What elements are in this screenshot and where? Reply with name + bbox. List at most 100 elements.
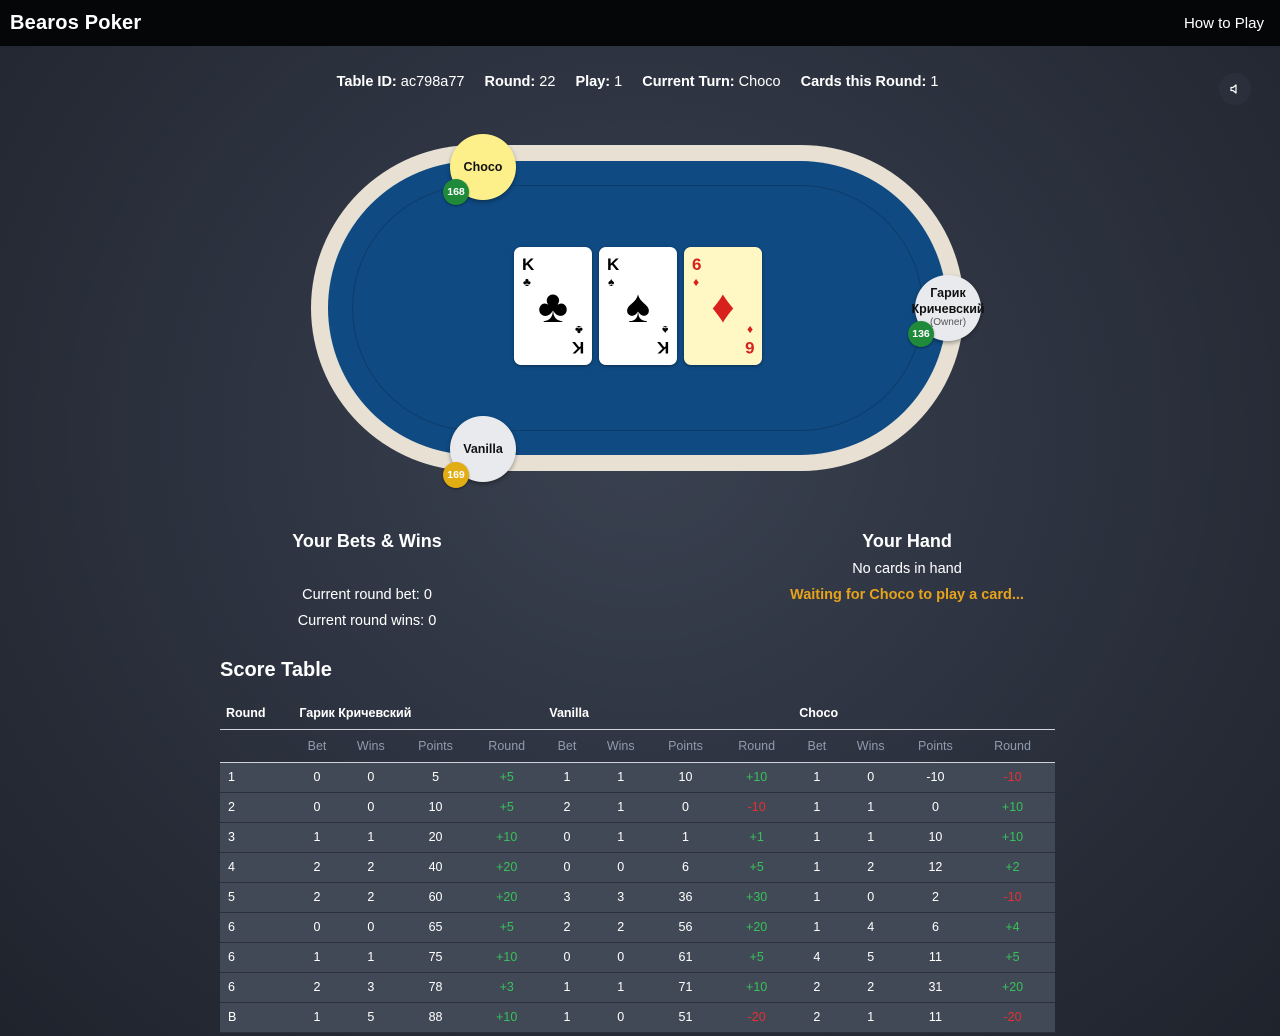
bet-cell: 1 bbox=[543, 1002, 591, 1033]
points-cell: 60 bbox=[400, 882, 471, 913]
subheader-wins: Wins bbox=[340, 729, 401, 763]
wins-cell: 1 bbox=[590, 792, 651, 823]
round-delta-cell: -20 bbox=[720, 1002, 794, 1033]
wins-cell: 1 bbox=[590, 762, 651, 793]
bet-cell: 1 bbox=[543, 762, 591, 793]
play-info: Play: 1 bbox=[575, 74, 622, 90]
wins-cell: 2 bbox=[590, 912, 651, 943]
round-delta-cell: +10 bbox=[970, 792, 1055, 823]
round-delta-cell: -20 bbox=[970, 1002, 1055, 1033]
bet-cell: 2 bbox=[793, 1002, 841, 1033]
card-rank: 6 bbox=[744, 338, 754, 357]
how-to-play-link[interactable]: How to Play bbox=[1184, 15, 1264, 32]
bet-cell: 0 bbox=[543, 942, 591, 973]
points-cell: -10 bbox=[900, 762, 971, 793]
points-cell: 10 bbox=[400, 792, 471, 823]
round-delta-cell: +10 bbox=[470, 822, 544, 853]
cards-info: Cards this Round: 1 bbox=[801, 74, 939, 90]
points-cell: 1 bbox=[650, 822, 721, 853]
bet-cell: 1 bbox=[543, 972, 591, 1003]
points-cell: 10 bbox=[650, 762, 721, 793]
speaker-icon bbox=[1230, 84, 1237, 94]
points-cell: 61 bbox=[650, 942, 721, 973]
wins-cell: 1 bbox=[590, 822, 651, 853]
bet-cell: 1 bbox=[793, 792, 841, 823]
round-value: 22 bbox=[539, 74, 556, 90]
bet-cell: 3 bbox=[543, 882, 591, 913]
round-cell: 1 bbox=[220, 762, 294, 793]
round-cell: 6 bbox=[220, 912, 294, 943]
points-cell: 10 bbox=[900, 822, 971, 853]
table-row: 3 1 1 20 +10 0 1 1 +1 1 1 10 +10 bbox=[220, 822, 1055, 853]
round-delta-cell: +3 bbox=[470, 972, 544, 1003]
play-label: Play: bbox=[575, 74, 611, 90]
wins-cell: 3 bbox=[340, 972, 401, 1003]
wins-cell: 5 bbox=[340, 1002, 401, 1033]
round-delta-cell: +5 bbox=[720, 942, 794, 973]
table-id-value: ac798a77 bbox=[400, 74, 465, 90]
sound-toggle-button[interactable] bbox=[1219, 73, 1251, 105]
wins-cell: 0 bbox=[840, 882, 901, 913]
round-cell: 2 bbox=[220, 792, 294, 823]
turn-label: Current Turn: bbox=[642, 74, 735, 90]
player-column-header: Vanilla bbox=[543, 698, 794, 730]
bet-cell: 1 bbox=[793, 852, 841, 883]
wins-cell: 2 bbox=[840, 852, 901, 883]
table-row: 2 0 0 10 +5 2 1 0 -10 1 1 0 +10 bbox=[220, 792, 1055, 823]
subheader-wins: Wins bbox=[840, 729, 901, 763]
points-cell: 78 bbox=[400, 972, 471, 1003]
owner-badge: (Owner) bbox=[929, 317, 967, 329]
round-cell: B bbox=[220, 1002, 294, 1033]
round-delta-cell: +5 bbox=[470, 912, 544, 943]
card-rank: K bbox=[571, 338, 584, 357]
round-delta-cell: +20 bbox=[720, 912, 794, 943]
bet-cell: 1 bbox=[793, 762, 841, 793]
wins-cell: 2 bbox=[840, 972, 901, 1003]
card-rank: K bbox=[656, 338, 669, 357]
round-delta-cell: +20 bbox=[970, 972, 1055, 1003]
table-row: 6 1 1 75 +10 0 0 61 +5 4 5 11 +5 bbox=[220, 942, 1055, 973]
table-row: 5 2 2 60 +20 3 3 36 +30 1 0 2 -10 bbox=[220, 882, 1055, 913]
table-row: 6 0 0 65 +5 2 2 56 +20 1 4 6 +4 bbox=[220, 912, 1055, 943]
subheader-round: Round bbox=[720, 729, 794, 763]
bet-cell: 1 bbox=[293, 822, 341, 853]
round-delta-cell: +10 bbox=[720, 972, 794, 1003]
turn-value: Choco bbox=[738, 74, 781, 90]
points-cell: 20 bbox=[400, 822, 471, 853]
wins-cell: 0 bbox=[340, 912, 401, 943]
player-column-header: Гарик Кричевский bbox=[293, 698, 544, 730]
wins-cell: 0 bbox=[340, 762, 401, 793]
points-cell: 0 bbox=[650, 792, 721, 823]
bet-cell: 2 bbox=[793, 972, 841, 1003]
cards-value: 1 bbox=[930, 74, 939, 90]
points-cell: 12 bbox=[900, 852, 971, 883]
points-cell: 11 bbox=[900, 1002, 971, 1033]
round-delta-cell: +30 bbox=[720, 882, 794, 913]
round-delta-cell: +10 bbox=[470, 942, 544, 973]
score-table-title: Score Table bbox=[220, 659, 332, 681]
empty-header bbox=[220, 729, 294, 763]
wins-cell: 2 bbox=[340, 882, 401, 913]
bet-cell: 1 bbox=[793, 912, 841, 943]
empty-hand-message: No cards in hand bbox=[852, 561, 962, 577]
bet-cell: 0 bbox=[293, 792, 341, 823]
card-rank: K bbox=[522, 255, 535, 274]
player-name: Vanilla bbox=[463, 442, 503, 456]
points-cell: 6 bbox=[650, 852, 721, 883]
table-id-info: Table ID: ac798a77 bbox=[337, 74, 465, 90]
round-delta-cell: -10 bbox=[720, 792, 794, 823]
wins-cell: 1 bbox=[590, 972, 651, 1003]
points-cell: 65 bbox=[400, 912, 471, 943]
wins-cell: 4 bbox=[840, 912, 901, 943]
round-delta-cell: +5 bbox=[470, 792, 544, 823]
points-cell: 11 bbox=[900, 942, 971, 973]
brand-logo[interactable]: Bearos Poker bbox=[10, 12, 141, 35]
bet-cell: 2 bbox=[543, 792, 591, 823]
round-delta-cell: +4 bbox=[970, 912, 1055, 943]
points-cell: 31 bbox=[900, 972, 971, 1003]
chip-count-garik: 136 bbox=[908, 321, 934, 347]
points-cell: 40 bbox=[400, 852, 471, 883]
wins-cell: 2 bbox=[340, 852, 401, 883]
round-cell: 6 bbox=[220, 942, 294, 973]
played-card-3: 6 ♦ ♦ ♦ 6 bbox=[684, 247, 762, 365]
